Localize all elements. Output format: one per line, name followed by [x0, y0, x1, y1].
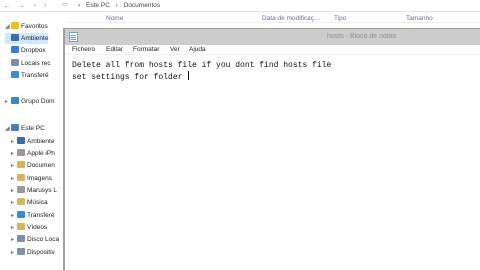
nav-tree-item-label: Favoritos — [21, 23, 48, 30]
nav-tree-item[interactable]: ◢ Favoritos — [5, 21, 48, 32]
menu-item-ficheiro[interactable]: Ficheiro — [72, 45, 95, 55]
folder-icon — [11, 124, 19, 131]
folder-icon — [11, 34, 19, 41]
text-line: set settings for folder — [72, 73, 188, 82]
menu-item-ver[interactable]: Ver — [170, 45, 180, 55]
nav-tree-item[interactable]: ▸ Documen — [11, 160, 55, 171]
folder-icon — [17, 186, 25, 193]
nav-tree-item-label: Transferê — [27, 212, 55, 219]
navigation-pane: ◢ Favoritos Ambiente Dropbox Locais rec Trans… — [0, 18, 66, 270]
nav-tree-item[interactable]: ▸ Música — [11, 197, 48, 208]
forward-arrow-icon[interactable]: → — [16, 0, 26, 12]
menu-item-editar[interactable]: Editar — [106, 45, 123, 55]
nav-tree-item[interactable]: ▸ Imagens — [11, 173, 52, 184]
text-line: Delete all from hosts file if you dont f… — [72, 61, 332, 70]
nav-tree-item-label: Transferê — [21, 72, 49, 79]
nav-tree-item[interactable]: ▸ Marusys L — [11, 185, 57, 196]
nav-tree-item-label: Grupo Dom — [21, 98, 55, 105]
recent-locations-chevron-icon[interactable]: ⌄ — [30, 0, 40, 12]
notepad-window[interactable]: hosts - Bloco de notas Ficheiro Editar F… — [63, 28, 480, 270]
star-icon — [11, 22, 19, 29]
notepad-icon — [69, 32, 78, 42]
nav-tree-item-label: Vídeos — [27, 224, 48, 231]
folder-icon — [17, 174, 25, 181]
nav-tree-item[interactable]: Ambiente — [5, 33, 49, 44]
breadcrumb: › Este PC › Documentos — [78, 1, 164, 11]
nav-tree-item[interactable]: ▸ Apple iPh — [11, 148, 55, 159]
pc-location-icon: ▭ — [62, 2, 68, 8]
nav-tree-item[interactable]: ▸ Grupo Dom — [5, 96, 55, 107]
nav-tree-item-label: Este PC — [21, 125, 45, 132]
folder-icon — [17, 198, 25, 205]
nav-tree-item[interactable]: ▸ Vídeos — [11, 222, 47, 233]
window-title: hosts - Bloco de notas — [327, 33, 397, 40]
nav-tree-item-label: Documen — [27, 162, 55, 169]
nav-tree-item[interactable]: Transferê — [5, 70, 49, 81]
column-header-size[interactable]: Tamanho — [406, 15, 433, 23]
breadcrumb-item-este-pc[interactable]: Este PC — [86, 2, 110, 9]
nav-tree-item[interactable]: Locais rec — [5, 58, 51, 69]
nav-tree-item-label: Imagens — [27, 175, 52, 182]
nav-tree-item[interactable]: ◢ Este PC — [5, 123, 45, 134]
nav-tree-item[interactable]: ▸ Disco Loca — [11, 234, 59, 245]
folder-icon — [17, 137, 25, 144]
nav-tree-item-label: Apple iPh — [27, 150, 55, 157]
folder-icon — [11, 97, 19, 104]
folder-icon — [17, 161, 25, 168]
nav-tree-item-label: Disco Loca — [27, 236, 60, 243]
breadcrumb-item-documentos[interactable]: Documentos — [124, 2, 161, 9]
folder-icon — [17, 235, 25, 242]
folder-icon — [17, 248, 25, 255]
menu-bar: Ficheiro Editar Formatar Ver Ajuda — [65, 45, 480, 55]
back-arrow-icon[interactable]: ← — [2, 0, 12, 12]
breadcrumb-separator-icon: › — [78, 2, 81, 9]
menu-item-formatar[interactable]: Formatar — [133, 45, 159, 55]
folder-icon — [17, 211, 25, 218]
folder-icon — [11, 71, 19, 78]
nav-tree-item-label: Música — [27, 199, 48, 206]
nav-tree-item-label: Locais rec — [21, 60, 51, 67]
folder-icon — [17, 149, 25, 156]
nav-tree-item[interactable]: Dropbox — [5, 45, 46, 56]
column-header-type[interactable]: Tipo — [334, 15, 346, 23]
nav-tree-item-label: Ambiente — [27, 138, 55, 145]
address-bar[interactable]: ← → ⌄ ↑ ▭ › Este PC › Documentos — [0, 0, 480, 12]
nav-tree-item-label: Ambiente — [21, 35, 49, 42]
text-cursor — [188, 71, 190, 80]
text-editor-area[interactable]: Delete all from hosts file if you dont f… — [72, 60, 331, 83]
nav-tree-item[interactable]: ▸ Dispositiv — [11, 247, 55, 258]
breadcrumb-separator-icon: › — [115, 2, 118, 9]
nav-tree-item-label: Dropbox — [21, 47, 46, 54]
column-header-name[interactable]: Nome — [106, 15, 123, 23]
folder-icon — [11, 59, 19, 66]
folder-icon — [11, 46, 19, 53]
folder-icon — [17, 223, 25, 230]
nav-tree-item[interactable]: ▸ Ambiente — [11, 136, 54, 147]
column-header-date-modified[interactable]: Data de modificaç... — [262, 15, 319, 23]
nav-tree-item[interactable]: ▸ Transferê — [11, 210, 55, 221]
nav-tree-item-label: Dispositiv — [27, 249, 55, 256]
menu-item-ajuda[interactable]: Ajuda — [189, 45, 206, 55]
up-arrow-icon[interactable]: ↑ — [40, 0, 50, 12]
nav-tree-item-label: Marusys L — [27, 187, 57, 194]
notepad-title-bar[interactable]: hosts - Bloco de notas — [65, 29, 480, 45]
column-headers: Nome Data de modificaç... Tipo Tamanho — [68, 12, 480, 23]
